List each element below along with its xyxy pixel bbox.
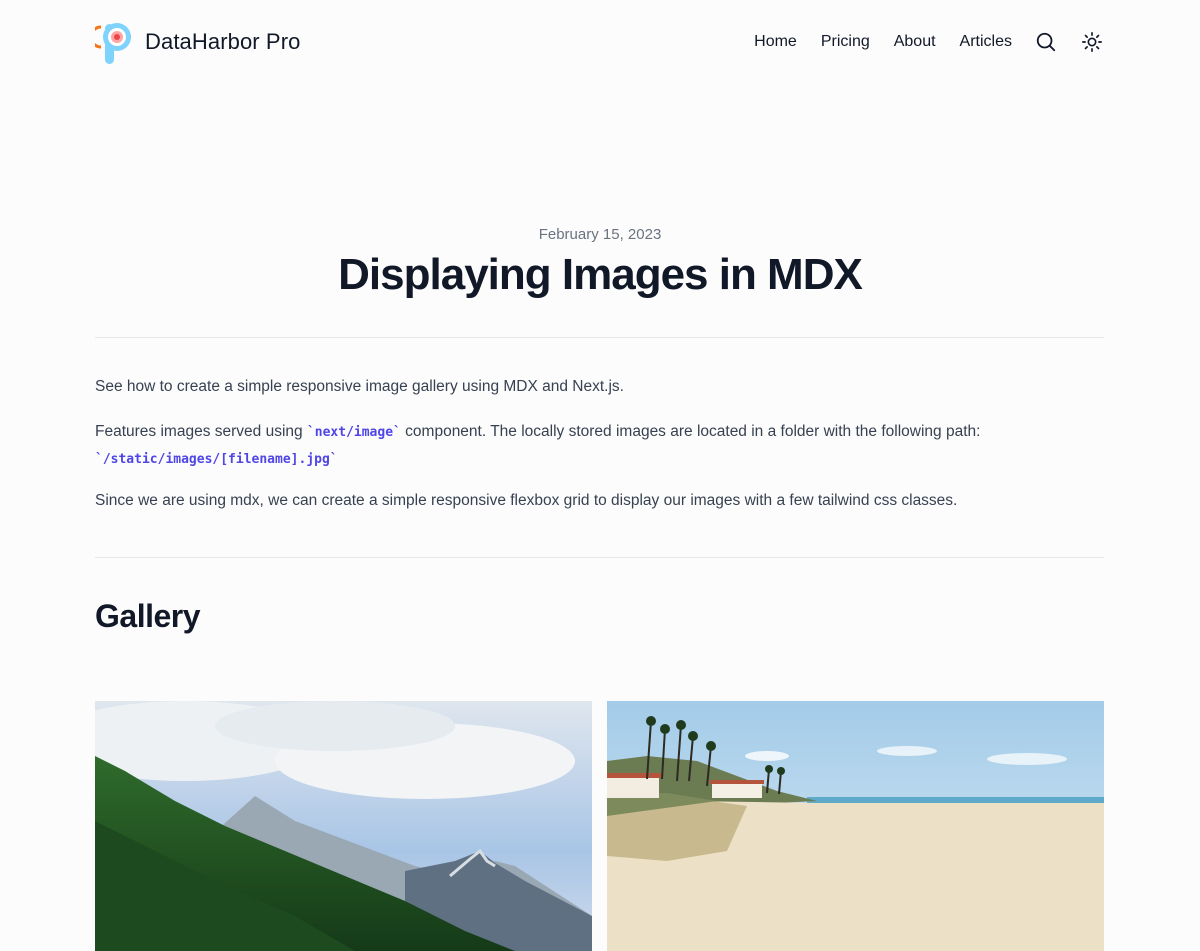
features-paragraph: Features images served using `next/image… <box>95 419 1104 473</box>
intro-paragraph: See how to create a simple responsive im… <box>95 378 624 395</box>
features-suffix: component. The locally stored images are… <box>400 423 981 440</box>
divider <box>95 337 1104 338</box>
brand-name: DataHarbor Pro <box>145 29 301 54</box>
nav-home[interactable]: Home <box>754 33 797 51</box>
nav-pricing[interactable]: Pricing <box>821 33 870 51</box>
search-icon <box>1036 32 1056 52</box>
mountain-photo <box>95 701 592 951</box>
sun-icon <box>1082 32 1102 52</box>
inline-code-path: `/static/images/[filename].jpg` <box>95 452 338 467</box>
inline-code-next-image: `next/image` <box>306 425 401 440</box>
brand-link[interactable]: DataHarbor Pro <box>95 18 300 66</box>
nav-about[interactable]: About <box>894 33 936 51</box>
site-header: DataHarbor Pro Home Pricing About Articl… <box>95 18 1104 66</box>
article-title: Displaying Images in MDX <box>338 250 863 299</box>
divider <box>95 557 1104 558</box>
main-nav: Home Pricing About Articles <box>754 18 1104 66</box>
article-date: February 15, 2023 <box>538 226 662 243</box>
logo-icon <box>95 23 131 64</box>
gallery-image-beach[interactable] <box>607 701 1104 951</box>
features-prefix: Features images served using <box>95 423 307 440</box>
gallery-heading: Gallery <box>95 598 201 634</box>
theme-toggle-button[interactable] <box>1080 30 1104 54</box>
beach-photo <box>607 701 1104 951</box>
nav-articles[interactable]: Articles <box>960 33 1012 51</box>
gallery-image-mountains[interactable] <box>95 701 592 951</box>
mdx-paragraph: Since we are using mdx, we can create a … <box>95 492 958 509</box>
search-button[interactable] <box>1034 30 1058 54</box>
